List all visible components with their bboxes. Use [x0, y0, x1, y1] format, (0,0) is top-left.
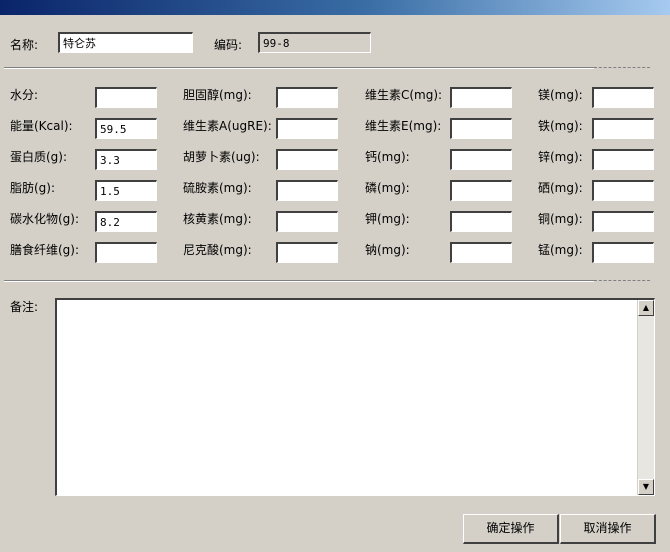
- code-field: 99-8: [258, 32, 371, 53]
- top-separator: [4, 67, 594, 69]
- manganese-field[interactable]: [592, 242, 654, 263]
- memo-textarea[interactable]: ▲ ▼: [55, 298, 655, 496]
- water-label: 水分:: [10, 88, 39, 102]
- fat-label: 脂肪(g):: [10, 181, 56, 195]
- cholesterol-label: 胆固醇(mg):: [183, 88, 252, 102]
- copper-label: 铜(mg):: [538, 212, 583, 226]
- phosphorus-field[interactable]: [450, 180, 512, 201]
- niacin-label: 尼克酸(mg):: [183, 243, 252, 257]
- confirm-button[interactable]: 确定操作: [463, 514, 559, 544]
- magnesium-label: 镁(mg):: [538, 88, 583, 102]
- protein-field[interactable]: 3.3: [95, 149, 157, 170]
- name-field[interactable]: 特仑苏: [58, 32, 193, 53]
- riboflavin-label: 核黄素(mg):: [183, 212, 252, 226]
- vitamin-a-field[interactable]: [276, 118, 338, 139]
- memo-label: 备注:: [10, 300, 39, 314]
- energy-field[interactable]: 59.5: [95, 118, 157, 139]
- calcium-label: 钙(mg):: [365, 150, 410, 164]
- vitamin-e-label: 维生素E(mg):: [365, 119, 442, 133]
- middle-separator: [4, 280, 594, 282]
- code-label: 编码:: [214, 38, 243, 52]
- carbohydrate-field[interactable]: 8.2: [95, 211, 157, 232]
- vitamin-a-label: 维生素A(ugRE):: [183, 119, 272, 133]
- arrow-down-icon[interactable]: ▼: [638, 479, 654, 495]
- memo-scrollbar[interactable]: ▲ ▼: [637, 300, 654, 495]
- iron-label: 铁(mg):: [538, 119, 583, 133]
- iron-field[interactable]: [592, 118, 654, 139]
- magnesium-field[interactable]: [592, 87, 654, 108]
- name-label: 名称:: [10, 38, 39, 52]
- carotene-field[interactable]: [276, 149, 338, 170]
- middle-separator-dashed: [594, 280, 650, 281]
- vitamin-e-field[interactable]: [450, 118, 512, 139]
- cholesterol-field[interactable]: [276, 87, 338, 108]
- water-field[interactable]: [95, 87, 157, 108]
- protein-label: 蛋白质(g):: [10, 150, 68, 164]
- selenium-field[interactable]: [592, 180, 654, 201]
- vitamin-c-label: 维生素C(mg):: [365, 88, 443, 102]
- sodium-field[interactable]: [450, 242, 512, 263]
- arrow-up-icon[interactable]: ▲: [638, 300, 654, 316]
- potassium-label: 钾(mg):: [365, 212, 410, 226]
- carbohydrate-label: 碳水化物(g):: [10, 212, 80, 226]
- thiamine-label: 硫胺素(mg):: [183, 181, 252, 195]
- title-bar: [0, 0, 670, 15]
- calcium-field[interactable]: [450, 149, 512, 170]
- niacin-field[interactable]: [276, 242, 338, 263]
- dietary-fiber-field[interactable]: [95, 242, 157, 263]
- potassium-field[interactable]: [450, 211, 512, 232]
- zinc-field[interactable]: [592, 149, 654, 170]
- energy-label: 能量(Kcal):: [10, 119, 73, 133]
- riboflavin-field[interactable]: [276, 211, 338, 232]
- manganese-label: 锰(mg):: [538, 243, 583, 257]
- carotene-label: 胡萝卜素(ug):: [183, 150, 260, 164]
- top-separator-dashed: [594, 67, 650, 68]
- thiamine-field[interactable]: [276, 180, 338, 201]
- selenium-label: 硒(mg):: [538, 181, 583, 195]
- phosphorus-label: 磷(mg):: [365, 181, 410, 195]
- cancel-button[interactable]: 取消操作: [560, 514, 656, 544]
- sodium-label: 钠(mg):: [365, 243, 410, 257]
- fat-field[interactable]: 1.5: [95, 180, 157, 201]
- copper-field[interactable]: [592, 211, 654, 232]
- vitamin-c-field[interactable]: [450, 87, 512, 108]
- dietary-fiber-label: 膳食纤维(g):: [10, 243, 80, 257]
- zinc-label: 锌(mg):: [538, 150, 583, 164]
